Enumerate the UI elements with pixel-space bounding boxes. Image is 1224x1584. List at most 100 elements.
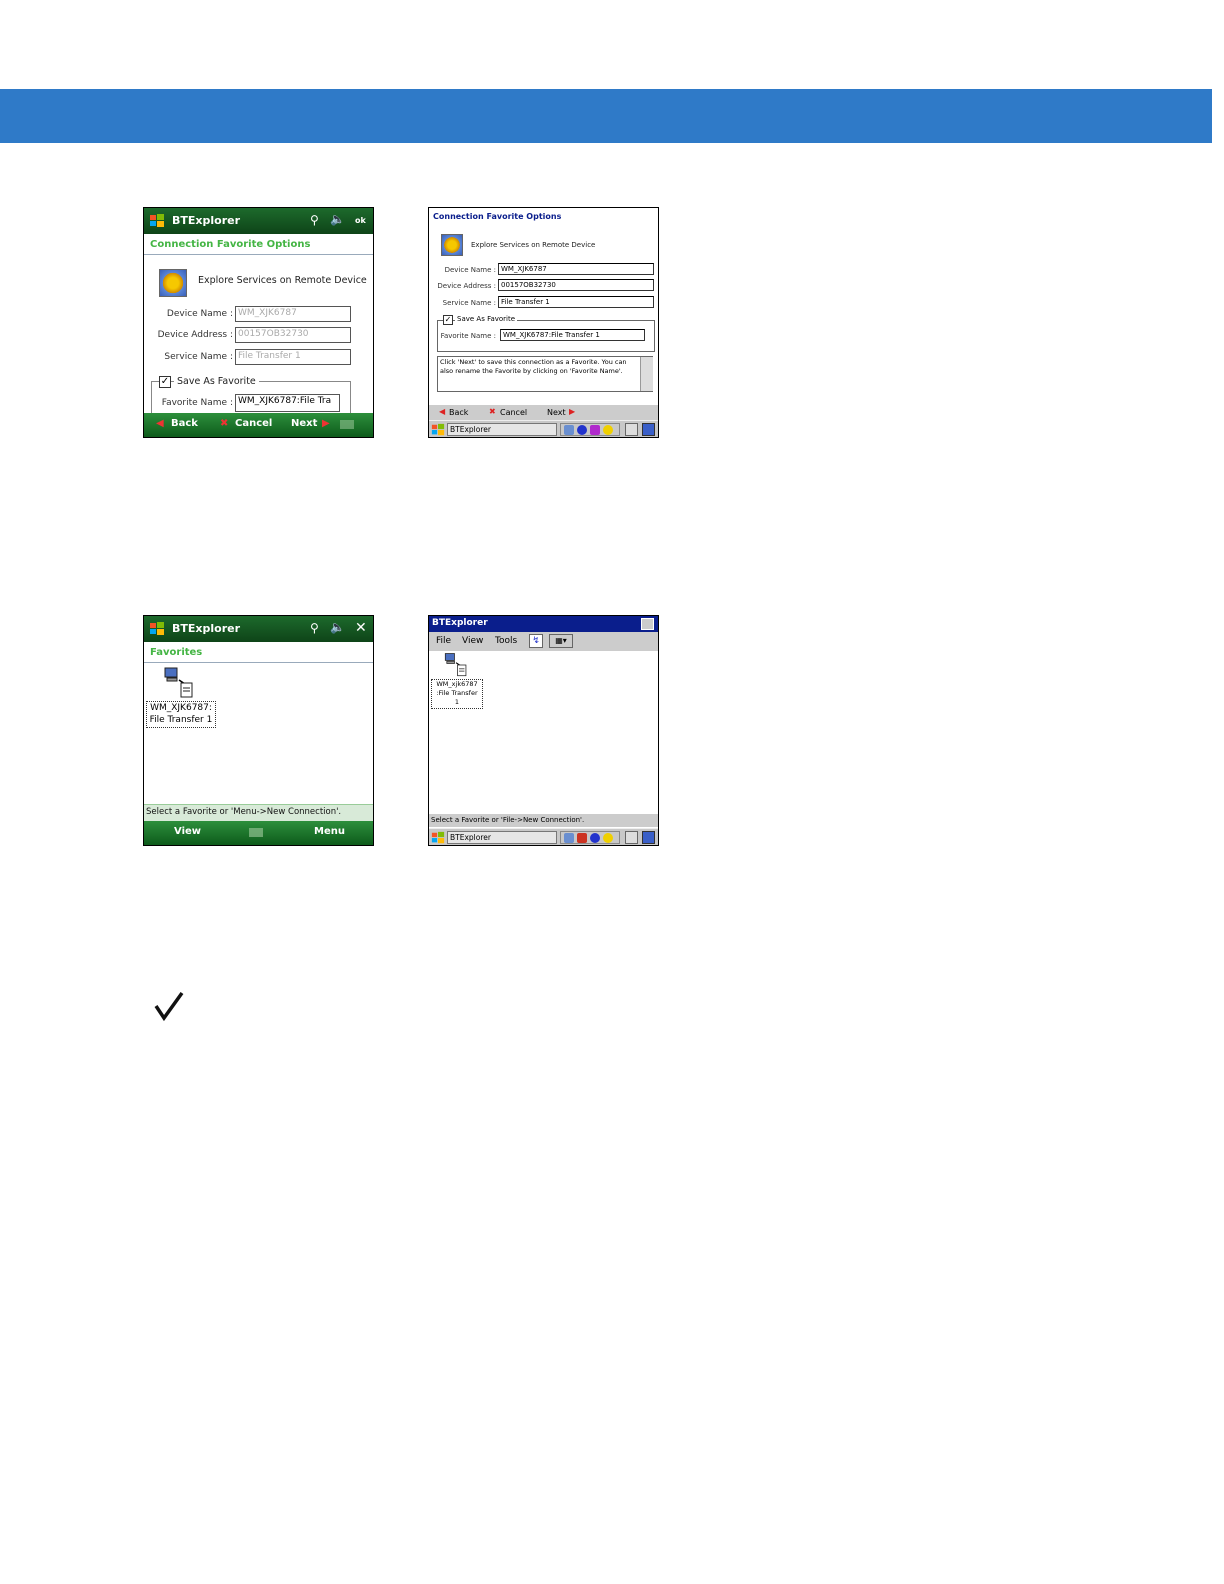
- next-button[interactable]: Next: [547, 408, 566, 417]
- checkmark-icon: [154, 991, 184, 1022]
- status-bar: Select a Favorite or 'File->New Connecti…: [429, 814, 658, 827]
- service-name-field[interactable]: File Transfer 1: [498, 296, 654, 308]
- connectivity-icon[interactable]: ⚲: [310, 621, 319, 635]
- save-favorite-label: Save As Favorite: [455, 315, 518, 323]
- explore-label: Explore Services on Remote Device: [198, 275, 367, 286]
- back-arrow-icon[interactable]: ◀: [439, 407, 445, 416]
- app-title: BTExplorer: [432, 618, 488, 628]
- close-icon[interactable]: ✕: [355, 620, 367, 636]
- service-name-label: Service Name :: [442, 299, 496, 307]
- menu-softkey[interactable]: Menu: [314, 826, 345, 837]
- wm-options-screenshot: BTExplorer ⚲ 🔈 ok Connection Favorite Op…: [143, 207, 374, 438]
- wm-title-bar: BTExplorer ⚲ 🔈 ok: [144, 208, 373, 234]
- status-icon[interactable]: [577, 833, 587, 843]
- taskbar: BTExplorer: [429, 828, 658, 845]
- cancel-x-icon[interactable]: ✖: [489, 407, 496, 416]
- minimize-button[interactable]: [641, 618, 654, 630]
- bluetooth-icon[interactable]: [577, 425, 587, 435]
- favorite-connection-icon[interactable]: [443, 652, 469, 678]
- device-address-field[interactable]: 00157OB32730: [498, 279, 654, 291]
- ce-title-bar: BTExplorer: [429, 616, 658, 632]
- keyboard-icon[interactable]: [625, 423, 638, 436]
- cancel-button[interactable]: Cancel: [500, 408, 527, 417]
- save-favorite-checkbox[interactable]: ✓: [443, 315, 453, 325]
- save-favorite-checkbox[interactable]: ✓: [159, 376, 171, 388]
- favorite-item-line2: :File Transfer: [436, 689, 478, 697]
- start-icon[interactable]: [431, 831, 445, 845]
- page-heading: Connection Favorite Options: [150, 239, 311, 250]
- network-icon[interactable]: [564, 833, 574, 843]
- volume-icon[interactable]: 🔈: [330, 620, 345, 634]
- ce-favorites-screenshot: BTExplorer File View Tools ↯ ▦▾ WM_xjk67…: [428, 615, 659, 846]
- taskbar-app-button[interactable]: BTExplorer: [447, 831, 557, 844]
- app-title: BTExplorer: [172, 622, 241, 635]
- device-address-field[interactable]: 00157OB32730: [235, 327, 351, 343]
- keyboard-icon[interactable]: [340, 420, 354, 429]
- page-heading: Connection Favorite Options: [433, 212, 562, 221]
- status-icon[interactable]: [590, 425, 600, 435]
- device-address-label: Device Address :: [157, 330, 233, 340]
- menu-file[interactable]: File: [436, 636, 451, 646]
- view-softkey[interactable]: View: [174, 826, 201, 837]
- device-name-label: Device Name :: [444, 266, 496, 274]
- favorite-item-label[interactable]: WM_XJK6787: File Transfer 1: [146, 701, 216, 728]
- favorite-name-field[interactable]: WM_XJK6787:File Tra: [235, 394, 340, 412]
- wm-title-bar: BTExplorer ⚲ 🔈 ✕: [144, 616, 373, 642]
- taskbar: BTExplorer: [429, 420, 658, 437]
- menu-view[interactable]: View: [462, 636, 483, 646]
- windows-flag-icon[interactable]: [149, 213, 165, 229]
- keyboard-icon[interactable]: [625, 831, 638, 844]
- favorite-name-field[interactable]: WM_XJK6787:File Transfer 1: [500, 329, 645, 341]
- favorite-name-label: Favorite Name :: [440, 332, 496, 340]
- device-name-field[interactable]: WM_XJK6787: [498, 263, 654, 275]
- ok-button[interactable]: ok: [355, 216, 366, 225]
- next-arrow-icon[interactable]: ▶: [569, 407, 575, 416]
- volume-icon[interactable]: 🔈: [330, 212, 345, 226]
- cancel-x-icon[interactable]: ✖: [220, 418, 228, 429]
- device-name-field[interactable]: WM_XJK6787: [235, 306, 351, 322]
- help-scrollbar[interactable]: [640, 357, 653, 391]
- explore-services-icon: [441, 234, 463, 256]
- device-address-label: Device Address :: [437, 282, 496, 290]
- device-name-label: Device Name :: [166, 309, 233, 319]
- bluetooth-icon[interactable]: ↯: [529, 634, 543, 648]
- back-button[interactable]: Back: [449, 408, 468, 417]
- favorite-connection-icon[interactable]: [162, 666, 196, 700]
- network-icon[interactable]: [564, 425, 574, 435]
- status-bar: Select a Favorite or 'Menu->New Connecti…: [144, 804, 373, 821]
- service-name-field[interactable]: File Transfer 1: [235, 349, 351, 365]
- favorite-item-line1: WM_XJK6787:: [150, 703, 212, 713]
- desktop-icon[interactable]: [642, 831, 655, 844]
- keyboard-icon[interactable]: [249, 828, 263, 837]
- ce-button-bar: ◀ Back ✖ Cancel Next ▶: [429, 404, 658, 421]
- back-button[interactable]: Back: [171, 418, 198, 429]
- help-text-box: Click 'Next' to save this connection as …: [437, 356, 653, 392]
- connectivity-icon[interactable]: ⚲: [310, 213, 319, 227]
- next-button[interactable]: Next: [291, 418, 317, 429]
- next-arrow-icon[interactable]: ▶: [322, 418, 330, 429]
- page-heading: Favorites: [150, 647, 203, 658]
- wm-favorites-screenshot: BTExplorer ⚲ 🔈 ✕ Favorites WM_XJK6787: F…: [143, 615, 374, 846]
- divider: [144, 254, 373, 255]
- cancel-button[interactable]: Cancel: [235, 418, 272, 429]
- desktop-icon[interactable]: [642, 423, 655, 436]
- divider: [144, 662, 373, 663]
- explore-label: Explore Services on Remote Device: [471, 241, 596, 249]
- favorite-item-label[interactable]: WM_xjk6787 :File Transfer 1: [431, 679, 483, 709]
- softkey-bar: View Menu: [144, 821, 373, 845]
- taskbar-app-button[interactable]: BTExplorer: [447, 423, 557, 436]
- power-icon[interactable]: [603, 833, 613, 843]
- save-favorite-label: Save As Favorite: [174, 376, 259, 387]
- back-arrow-icon[interactable]: ◀: [156, 418, 164, 429]
- start-icon[interactable]: [431, 423, 445, 437]
- service-name-label: Service Name :: [164, 352, 233, 362]
- windows-flag-icon[interactable]: [149, 621, 165, 637]
- bluetooth-icon[interactable]: [590, 833, 600, 843]
- header-banner: [0, 89, 1212, 143]
- view-mode-dropdown-icon[interactable]: ▦▾: [549, 634, 573, 648]
- app-title: BTExplorer: [172, 214, 241, 227]
- softkey-bar: ◀ Back ✖ Cancel Next ▶: [144, 413, 373, 437]
- favorite-item-line1: WM_xjk6787: [436, 680, 478, 688]
- menu-tools[interactable]: Tools: [495, 636, 517, 646]
- power-icon[interactable]: [603, 425, 613, 435]
